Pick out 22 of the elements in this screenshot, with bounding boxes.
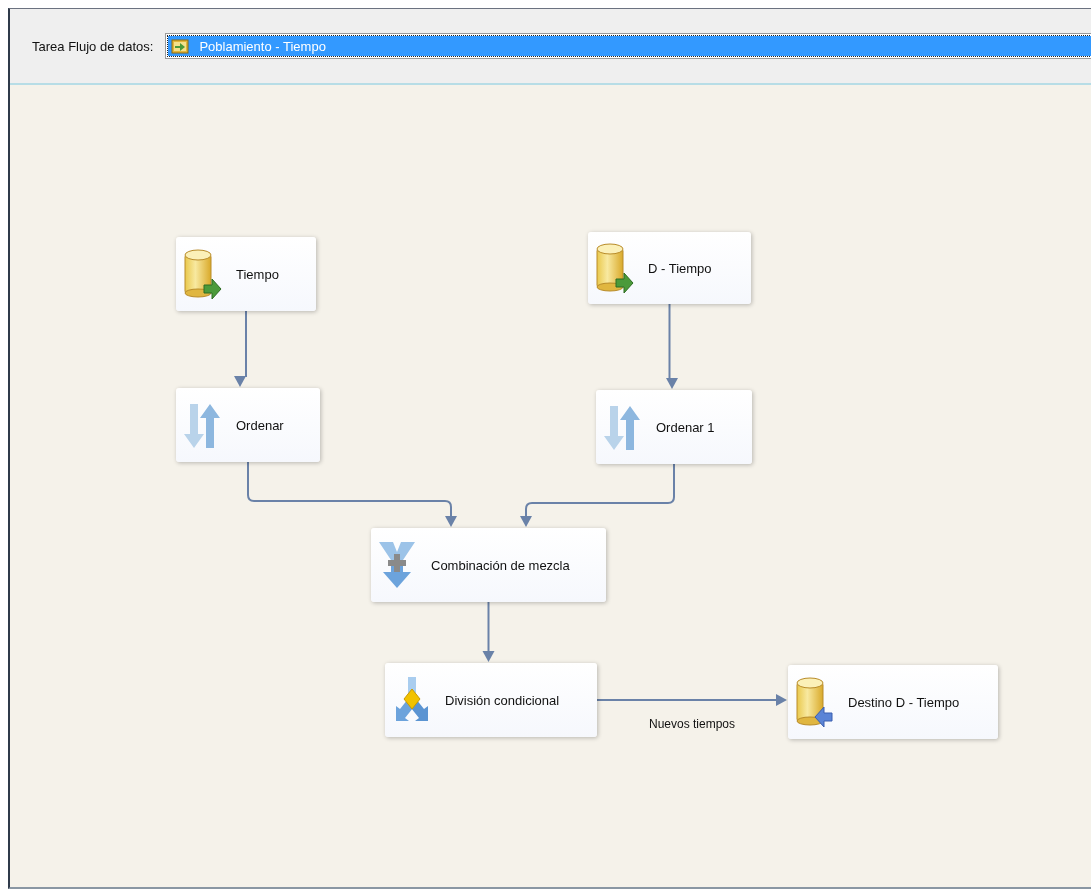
- node-label: D - Tiempo: [648, 260, 712, 276]
- flow-node[interactable]: D - Tiempo: [588, 232, 751, 304]
- connector-label: Nuevos tiempos: [649, 717, 735, 731]
- database-arrow-icon: [796, 677, 834, 727]
- node-label: Tiempo: [236, 266, 279, 282]
- flow-node[interactable]: Ordenar 1: [596, 390, 752, 464]
- node-label: Ordenar 1: [656, 419, 715, 435]
- package-icon: [171, 38, 190, 54]
- connector-arrow: [482, 601, 495, 662]
- database-arrow-icon: [596, 243, 634, 293]
- node-label: Combinación de mezcla: [431, 557, 570, 573]
- merge-arrows-icon: [379, 540, 417, 590]
- database-arrow-icon: [184, 249, 222, 299]
- flow-node[interactable]: Destino D - Tiempo: [788, 665, 998, 739]
- flow-node[interactable]: Combinación de mezcla: [371, 528, 606, 602]
- flow-node[interactable]: Tiempo: [176, 237, 316, 311]
- task-label: Tarea Flujo de datos:: [32, 38, 154, 54]
- node-label: Destino D - Tiempo: [848, 694, 960, 710]
- flow-node[interactable]: División condicional: [385, 663, 597, 737]
- flow-node[interactable]: Ordenar: [176, 388, 320, 462]
- node-label: División condicional: [445, 692, 560, 708]
- node-label: Ordenar: [236, 417, 284, 433]
